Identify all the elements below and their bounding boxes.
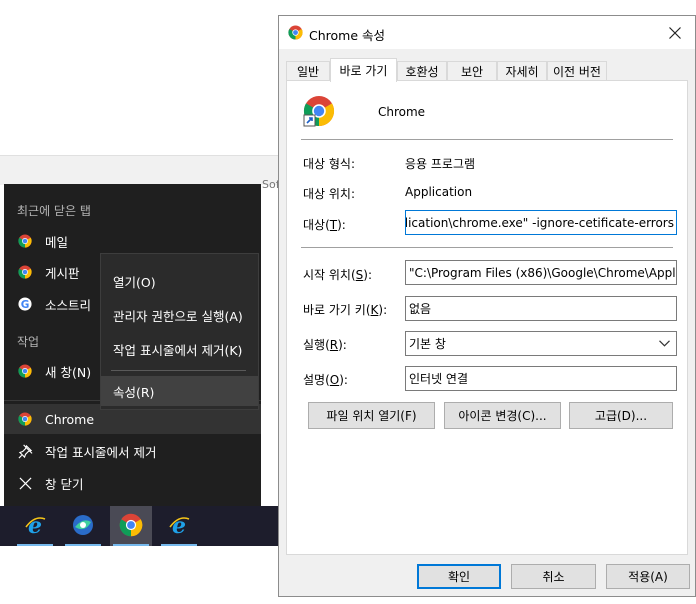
running-indicator (17, 544, 53, 546)
target-field-text: \pplication\chrome.exe" -ignore-cetifica… (405, 215, 674, 230)
svg-text:G: G (21, 299, 30, 311)
chevron-down-icon (659, 337, 670, 350)
shortcut-key-label: 바로 가기 키(K): (303, 303, 388, 317)
tab-previous-versions[interactable]: 이전 버전 (547, 61, 607, 81)
target-location-label: 대상 위치: (303, 187, 356, 201)
open-file-location-button[interactable]: 파일 위치 열기(F) (308, 402, 435, 429)
chrome-icon (17, 363, 33, 379)
jumplist-item-label: 새 창(N) (45, 364, 92, 380)
jumplist-close-window[interactable]: 창 닫기 (4, 468, 261, 498)
running-indicator (65, 544, 101, 546)
jumplist-item-label: 게시판 (45, 265, 80, 281)
jumplist-item-label: 메일 (45, 234, 69, 250)
taskbar-app-button[interactable] (62, 506, 104, 546)
running-indicator (161, 544, 197, 546)
close-button[interactable] (655, 16, 695, 49)
ok-button[interactable]: 확인 (417, 564, 501, 589)
recent-closed-tabs-header: 최근에 닫은 탭 (17, 204, 91, 218)
context-menu: 열기(O) 관리자 권한으로 실행(A) 작업 표시줄에서 제거(K) 속성(R… (100, 253, 259, 410)
run-label: 실행(R): (303, 338, 347, 352)
close-icon (17, 475, 33, 491)
menu-item-unpin-taskbar[interactable]: 작업 표시줄에서 제거(K) (101, 334, 258, 364)
chrome-icon (119, 513, 143, 540)
chrome-icon (17, 233, 33, 249)
jumplist-item-label: Chrome (45, 411, 95, 427)
tab-security[interactable]: 보안 (447, 61, 497, 81)
start-in-field[interactable]: "C:\Program Files (x86)\Google\Chrome\Ap… (405, 260, 677, 285)
run-combobox[interactable]: 기본 창 (405, 331, 677, 356)
comment-field[interactable]: 인터넷 연결 (405, 366, 677, 391)
google-icon: G (17, 296, 33, 312)
jumplist-item-label: 작업 표시줄에서 제거 (45, 444, 157, 460)
chrome-properties-dialog: Chrome 속성 일반 바로 가기 호환성 보안 자세히 이전 버전 Chro… (278, 15, 696, 597)
chrome-shortcut-icon (303, 95, 335, 130)
menu-item-properties[interactable]: 속성(R) (101, 376, 258, 406)
advanced-button[interactable]: 고급(D)... (569, 402, 673, 429)
tab-details[interactable]: 자세히 (497, 61, 547, 81)
app-icon (71, 513, 95, 540)
tasks-header: 작업 (17, 335, 40, 349)
menu-item-run-as-admin[interactable]: 관리자 권한으로 실행(A) (101, 300, 258, 330)
cancel-button[interactable]: 취소 (511, 564, 596, 589)
app-name: Chrome (378, 105, 426, 119)
running-indicator (113, 544, 149, 546)
run-combobox-value: 기본 창 (409, 337, 446, 351)
start-in-label: 시작 위치(S): (303, 268, 373, 282)
shortcut-tab-panel: Chrome 대상 형식: 응용 프로그램 대상 위치: Application… (286, 80, 688, 555)
shortcut-key-field-text: 없음 (409, 302, 432, 316)
taskbar-chrome-button[interactable] (110, 506, 152, 546)
apply-button[interactable]: 적용(A) (606, 564, 690, 589)
internet-explorer-icon: e (23, 513, 47, 540)
dialog-title: Chrome 속성 (309, 28, 386, 43)
shortcut-key-field[interactable]: 없음 (405, 296, 677, 321)
start-in-field-text: "C:\Program Files (x86)\Google\Chrome\Ap… (409, 265, 677, 280)
chrome-icon (17, 411, 33, 427)
tab-compatibility[interactable]: 호환성 (397, 61, 447, 81)
jumplist-item-label: 창 닫기 (45, 476, 84, 492)
comment-label: 설명(O): (303, 373, 348, 387)
taskbar: e e (0, 506, 278, 546)
background-window-text: Sof (262, 178, 280, 191)
jumplist-unpin-taskbar[interactable]: 작업 표시줄에서 제거 (4, 436, 261, 466)
unpin-icon (17, 443, 33, 459)
chrome-icon (17, 264, 33, 280)
target-label: 대상(T): (303, 218, 346, 232)
menu-item-open[interactable]: 열기(O) (101, 266, 258, 296)
tab-general[interactable]: 일반 (286, 61, 330, 81)
target-location-value: Application (405, 185, 473, 199)
jumplist-item-mail[interactable]: 메일 (4, 226, 261, 256)
target-type-label: 대상 형식: (303, 157, 356, 171)
jumplist-item-label: 소스트리 (45, 297, 92, 313)
svg-text:e: e (172, 513, 186, 537)
internet-explorer-icon: e (167, 513, 191, 540)
background-window-strip (0, 155, 282, 185)
svg-text:e: e (28, 513, 42, 537)
dialog-titlebar[interactable]: Chrome 속성 (279, 16, 695, 49)
target-field[interactable]: \pplication\chrome.exe" -ignore-cetifica… (405, 210, 677, 235)
change-icon-button[interactable]: 아이콘 변경(C)... (444, 402, 561, 429)
comment-field-text: 인터넷 연결 (409, 372, 469, 386)
divider (301, 139, 673, 140)
target-type-value: 응용 프로그램 (405, 157, 476, 171)
tab-shortcut[interactable]: 바로 가기 (330, 58, 397, 82)
taskbar-ie-button-2[interactable]: e (158, 506, 200, 546)
taskbar-ie-button[interactable]: e (14, 506, 56, 546)
divider (301, 247, 673, 248)
close-icon (669, 26, 681, 39)
chrome-icon (288, 25, 303, 43)
menu-divider (111, 370, 246, 371)
